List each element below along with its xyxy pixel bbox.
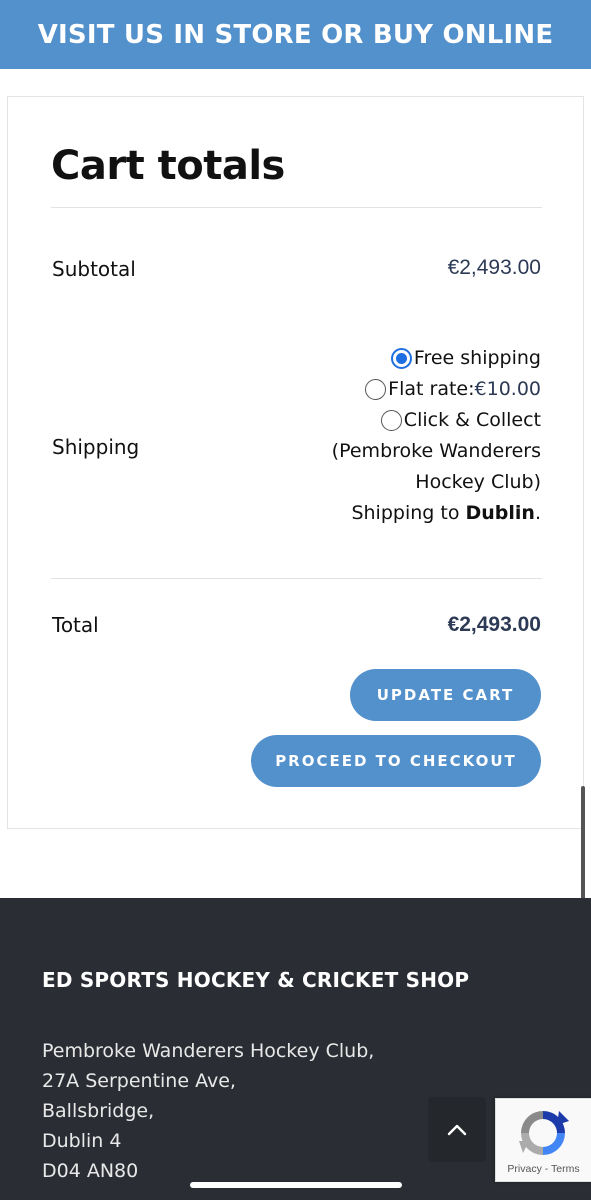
shipping-option-label: Flat rate: [388,378,475,400]
radio-selected-icon[interactable] [390,348,412,369]
radio-icon[interactable] [365,379,387,400]
cart-totals-panel: Cart totals Subtotal €2,493.00 Shipping … [7,96,584,829]
address-line: 27A Serpentine Ave, [42,1070,236,1092]
flat-rate-price: €10.00 [474,378,541,400]
recaptcha-icon [519,1111,569,1155]
recaptcha-badge[interactable]: Privacy - Terms [495,1098,591,1182]
radio-icon[interactable] [380,410,402,431]
divider [51,578,542,579]
recaptcha-links: Privacy - Terms [496,1163,591,1175]
footer-shop-name: ED SPORTS HOCKEY & CRICKET SHOP [42,968,470,992]
collect-location-line2: Hockey Club) [415,471,541,493]
footer-address: Pembroke Wanderers Hockey Club, 27A Serp… [42,1036,374,1186]
address-line: Pembroke Wanderers Hockey Club, [42,1040,375,1062]
shipping-options: Free shipping Flat rate: €10.00 Click & … [261,343,541,529]
destination-prefix: Shipping to [351,502,466,524]
recaptcha-terms-link[interactable]: Terms [551,1163,580,1175]
address-line: Ballsbridge, [42,1100,155,1122]
total-amount: €2,493.00 [447,613,541,636]
shipping-option-label: Free shipping [413,347,541,369]
subtotal-amount: €2,493.00 [447,256,541,279]
recaptcha-separator: - [541,1163,551,1175]
subtotal-label: Subtotal [52,257,136,281]
address-line: Dublin 4 [42,1130,122,1152]
shipping-option-label: Click & Collect [403,409,541,431]
home-indicator [190,1182,402,1188]
promo-text: VISIT US IN STORE OR BUY ONLINE [37,19,554,50]
back-to-top-button[interactable] [428,1097,486,1162]
chevron-up-icon [447,1124,467,1135]
proceed-to-checkout-button[interactable]: PROCEED TO CHECKOUT [251,735,541,787]
destination-city: Dublin [465,502,535,524]
collect-location-line1: (Pembroke Wanderers [331,440,541,462]
shipping-destination: Shipping to Dublin. [261,498,541,529]
destination-suffix: . [534,502,541,524]
total-label: Total [52,613,99,637]
shipping-option-flat-rate[interactable]: Flat rate: €10.00 [261,374,541,405]
recaptcha-privacy-link[interactable]: Privacy [507,1163,541,1175]
divider [51,207,542,208]
promo-banner: VISIT US IN STORE OR BUY ONLINE [0,0,591,69]
cart-totals-title: Cart totals [51,143,285,189]
shipping-label: Shipping [52,435,140,459]
update-cart-button[interactable]: UPDATE CART [350,669,541,721]
shipping-option-click-collect[interactable]: Click & Collect [261,405,541,436]
shipping-option-free[interactable]: Free shipping [261,343,541,374]
